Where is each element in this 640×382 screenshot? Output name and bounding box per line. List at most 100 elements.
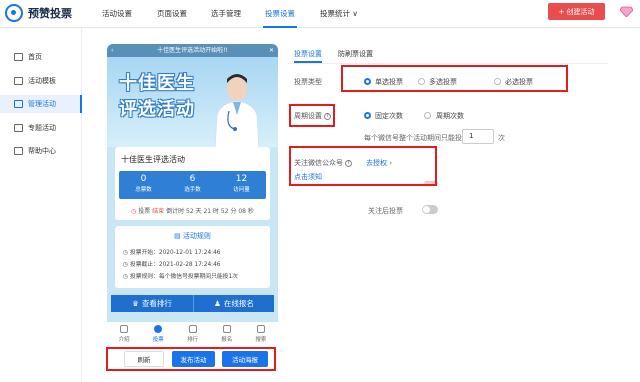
tab-intro[interactable]: 介绍	[107, 322, 141, 347]
tab-label: 投票	[152, 337, 164, 343]
logo-icon	[5, 4, 23, 22]
intro-icon	[120, 325, 129, 333]
countdown-text: 倒计时 52 天 21 时 52 分 08 秒	[166, 208, 254, 215]
activity-banner: 十佳医生 评选活动	[107, 57, 278, 149]
rule-start: ◷ 投票开始：2020-12-01 17:24:46	[123, 250, 221, 256]
nav-vote-stats[interactable]: 投票统计 ∨	[320, 8, 358, 19]
stats-panel: 0 总票数 6 选手数 12 访问量	[119, 171, 266, 199]
tab-vote-settings[interactable]: 投票设置	[294, 49, 322, 59]
sidebar-item-manage[interactable]: 管理活动	[0, 95, 82, 113]
back-icon: ‹	[111, 47, 114, 54]
template-icon	[14, 77, 23, 85]
radio-periodic-count-label[interactable]: 周期次数	[436, 111, 464, 121]
vote-icon	[154, 325, 163, 333]
tab-anti-fraud[interactable]: 防刷票设置	[338, 49, 373, 59]
trophy-icon: ♛	[132, 299, 139, 308]
stat-contestants: 6 选手数	[168, 171, 217, 199]
stat-label: 总票数	[135, 187, 152, 193]
highlight-box-cycle	[289, 104, 335, 127]
tab-vote[interactable]: 投票	[141, 322, 175, 347]
rule-end: ◷ 投票截止：2021-02-28 17:24:46	[123, 262, 221, 268]
per-user-limit-text: 每个微信号整个活动期间只能投	[364, 134, 462, 142]
user-icon: ♟	[214, 299, 221, 308]
rule-text: 投票开始：2020-12-01 17:24:46	[129, 250, 221, 256]
tab-label: 搜索	[255, 337, 267, 343]
sidebar-item-templates[interactable]: 活动模板	[0, 72, 82, 90]
highlight-box-follow	[289, 146, 437, 186]
stat-value: 0	[140, 174, 147, 184]
rules-icon: ▤	[174, 232, 181, 240]
stat-label: 访问量	[233, 187, 250, 193]
nav-active-indicator	[263, 26, 297, 28]
tab-label: 介绍	[118, 337, 130, 343]
tab-signup[interactable]: 报名	[210, 322, 244, 347]
phone-header-title: 十佳医生评选活动开始啦!!	[157, 47, 228, 54]
phone-header: ‹ 十佳医生评选活动开始啦!! ✕	[107, 44, 278, 57]
brand-name: 预赞投票	[28, 7, 72, 20]
banner-title-line1: 十佳医生	[119, 73, 195, 94]
vote-type-label: 投票类型	[294, 78, 322, 86]
view-ranking-button[interactable]: ♛ 查看排行	[111, 295, 193, 312]
banner-title-line2: 评选活动	[119, 99, 195, 120]
online-signup-button[interactable]: ♟ 在线报名	[193, 295, 274, 312]
brand-logo[interactable]: 预赞投票	[5, 4, 72, 22]
create-activity-button[interactable]: + 创建活动	[548, 3, 605, 20]
follow-vote-label: 关注后投票	[368, 207, 403, 215]
topic-icon	[14, 124, 23, 132]
stat-total-votes: 0 总票数	[119, 171, 168, 199]
follow-vote-toggle[interactable]	[422, 205, 438, 214]
online-signup-label: 在线报名	[223, 299, 254, 308]
rules-title: ▤ 活动规则	[115, 231, 270, 241]
sidebar-item-help[interactable]: 帮助中心	[0, 142, 82, 160]
phone-tabbar: 介绍 投票 排行 报名 搜索	[107, 322, 278, 347]
view-ranking-label: 查看排行	[141, 299, 172, 308]
activity-info-card: 十佳医生评选活动 0 总票数 6 选手数 12 访问量 ◷ 投票 结束 倒计时 …	[115, 147, 270, 220]
rule-text: 投票截止：2021-02-28 17:24:46	[129, 262, 221, 268]
nav-page-settings[interactable]: 页面设置	[157, 8, 187, 19]
stat-visits: 12 访问量	[217, 171, 266, 199]
help-icon	[14, 147, 23, 155]
sidebar-item-label: 首页	[28, 53, 42, 61]
sidebar-item-topics[interactable]: 专题活动	[0, 119, 82, 137]
close-icon: ✕	[268, 47, 274, 54]
tab-label: 排行	[187, 337, 199, 343]
sidebar-item-label: 活动模板	[28, 77, 56, 85]
nav-contestant-management[interactable]: 选手管理	[211, 8, 241, 19]
tab-search[interactable]: 搜索	[244, 322, 278, 347]
highlight-box-actions	[106, 347, 276, 371]
countdown: ◷ 投票 结束 倒计时 52 天 21 时 52 分 08 秒	[115, 206, 270, 215]
rules-title-text: 活动规则	[182, 232, 211, 240]
search-icon	[256, 325, 265, 333]
nav-activity-settings[interactable]: 活动设置	[102, 8, 132, 19]
sidebar-item-label: 帮助中心	[28, 147, 56, 155]
phone-preview: ‹ 十佳医生评选活动开始啦!! ✕ 十佳医生 评选活动 十佳医生评选活动 0 总…	[107, 44, 278, 347]
sidebar-item-home[interactable]: 首页	[0, 48, 82, 66]
radio-periodic-count[interactable]	[424, 112, 431, 119]
countdown-prefix: 投票	[138, 208, 151, 215]
settings-tab-divider	[288, 63, 608, 64]
ranking-icon	[188, 325, 197, 333]
tab-ranking[interactable]: 排行	[175, 322, 209, 347]
radio-fixed-count-label[interactable]: 固定次数	[375, 111, 403, 121]
stat-label: 选手数	[184, 187, 201, 193]
top-navbar: 预赞投票 活动设置 页面设置 选手管理 投票设置 投票统计 ∨ + 创建活动	[0, 0, 640, 28]
rule-limit: ◷ 投票规则：每个微信号投票期间只能投1次	[123, 274, 238, 280]
rule-text: 投票规则：每个微信号投票期间只能投1次	[129, 274, 238, 280]
clock-icon: ◷	[131, 208, 137, 215]
sidebar: 首页 活动模板 管理活动 专题活动 帮助中心	[0, 28, 82, 382]
signup-icon	[222, 325, 231, 333]
vote-limit-input[interactable]: 1	[462, 129, 494, 144]
home-icon	[14, 53, 23, 61]
countdown-status: 结束	[152, 208, 165, 215]
diamond-icon[interactable]	[620, 6, 633, 17]
radio-fixed-count[interactable]	[364, 112, 371, 119]
activity-title: 十佳医生评选活动	[121, 155, 185, 164]
per-user-limit-unit: 次	[498, 134, 505, 142]
nav-vote-settings[interactable]: 投票设置	[265, 8, 295, 19]
doctor-illustration	[214, 74, 260, 149]
stat-value: 6	[189, 174, 196, 184]
stat-value: 12	[235, 174, 248, 184]
manage-icon	[14, 100, 23, 108]
sidebar-item-label: 管理活动	[28, 100, 56, 108]
sidebar-item-label: 专题活动	[28, 124, 56, 132]
